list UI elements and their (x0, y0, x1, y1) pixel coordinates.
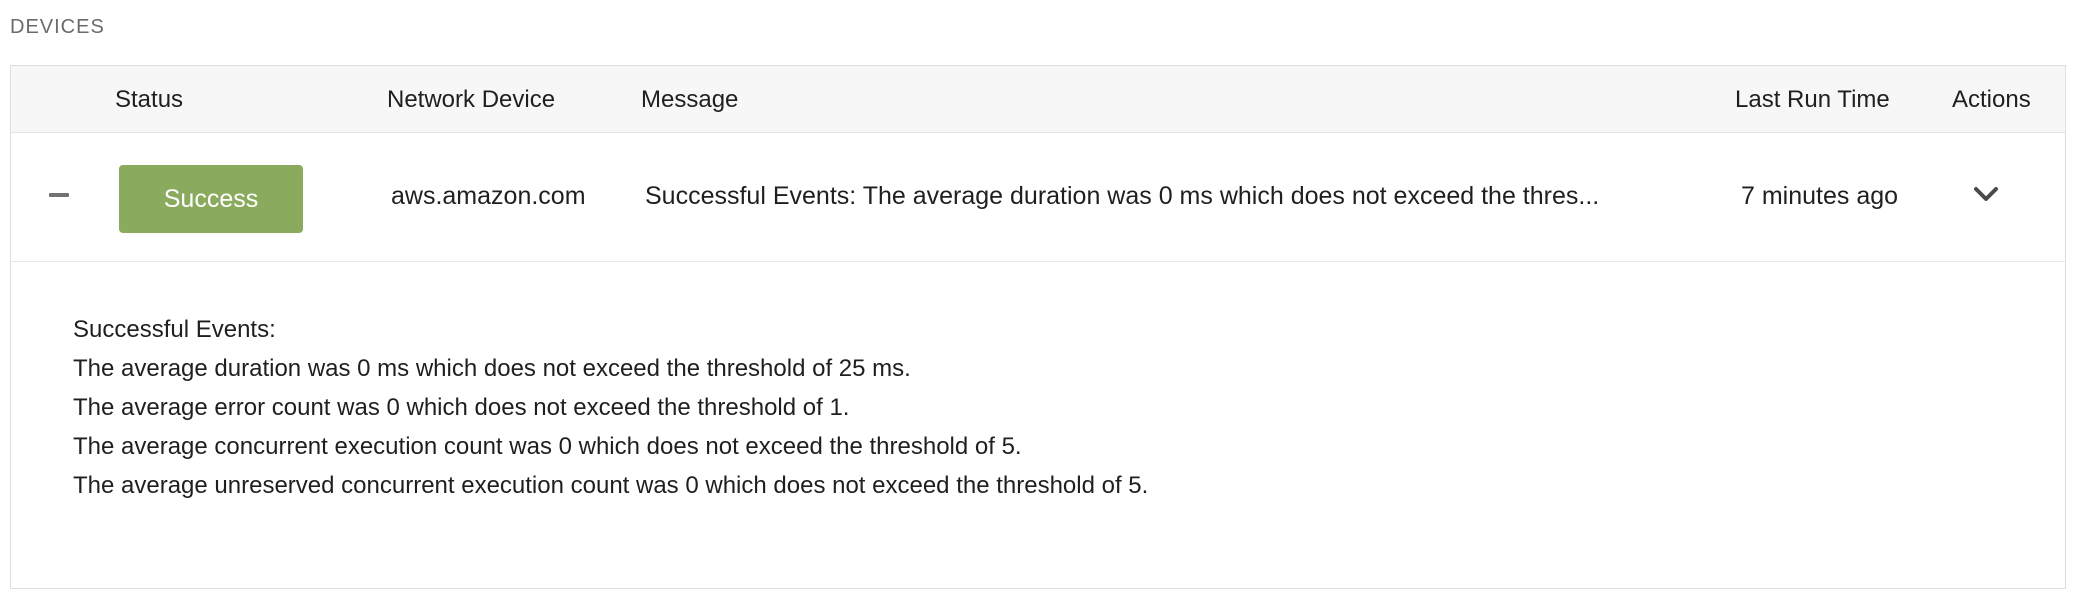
detail-line: The average concurrent execution count w… (73, 433, 1022, 460)
detail-line: The average duration was 0 ms which does… (73, 355, 911, 382)
network-device-cell: aws.amazon.com (391, 182, 586, 210)
message-cell: Successful Events: The average duration … (645, 182, 1600, 210)
table-row: Success aws.amazon.com Successful Events… (11, 133, 2065, 262)
devices-table: Status Network Device Message Last Run T… (10, 65, 2066, 589)
minus-icon[interactable] (49, 193, 69, 197)
column-header-last-run-time: Last Run Time (1735, 86, 1890, 113)
column-header-status: Status (115, 86, 184, 113)
row-details: Successful Events: The average duration … (73, 310, 1148, 505)
column-header-actions: Actions (1952, 86, 2031, 113)
column-header-message: Message (641, 86, 739, 113)
column-header-network-device: Network Device (387, 86, 556, 113)
table-header: Status Network Device Message Last Run T… (11, 66, 2065, 133)
detail-line: Successful Events: (73, 316, 276, 343)
last-run-time-cell: 7 minutes ago (1741, 182, 1899, 210)
chevron-down-icon[interactable] (1971, 179, 2001, 209)
detail-line: The average unreserved concurrent execut… (73, 472, 1149, 499)
status-badge: Success (119, 165, 303, 233)
detail-line: The average error count was 0 which does… (73, 394, 850, 421)
section-title: DEVICES (10, 16, 105, 38)
